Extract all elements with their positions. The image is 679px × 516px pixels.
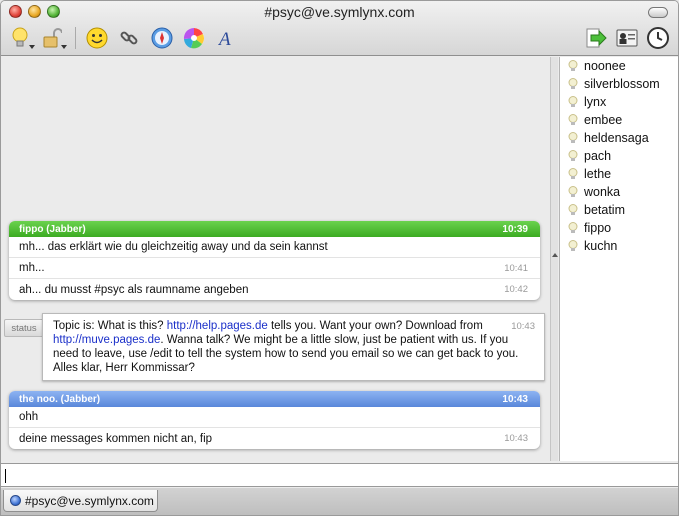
user-name: noonee: [584, 59, 626, 73]
user-list: noonee silverblossom lynx embee heldensa…: [559, 57, 678, 461]
message-header: the noo. (Jabber) 10:43: [9, 391, 540, 407]
insert-link-button[interactable]: [116, 25, 142, 51]
message-line: deine messages kommen nicht an, fip 10:4…: [9, 428, 540, 449]
user-name: wonka: [584, 185, 621, 199]
browser-button[interactable]: [149, 25, 175, 51]
message-time: 10:43: [504, 433, 528, 444]
lock-icon: [43, 28, 62, 48]
user-info-button[interactable]: [614, 25, 640, 51]
tab-label: #psyc@ve.symlynx.com: [25, 493, 154, 508]
message-input[interactable]: [1, 463, 678, 487]
message-group-the-noo: the noo. (Jabber) 10:43 ohh deine messag…: [9, 391, 540, 449]
color-wheel-icon: [183, 27, 204, 49]
room-status-icon: [10, 495, 21, 506]
message-line: ohh: [9, 407, 540, 428]
smiley-icon: [86, 27, 108, 49]
message-line: mh... das erklärt wie du gleichzeitig aw…: [9, 237, 540, 258]
bulb-icon: [568, 222, 578, 233]
safari-compass-icon: [151, 27, 173, 49]
link-icon: [120, 31, 138, 45]
download-link[interactable]: http://muve.pages.de: [53, 334, 160, 346]
bulb-icon: [568, 168, 578, 179]
chat-window: #psyc@ve.symlynx.com A fippo (Jabber) 10…: [0, 0, 679, 516]
user-list-item[interactable]: lethe: [560, 165, 678, 183]
history-button[interactable]: [645, 25, 671, 51]
user-name: betatim: [584, 203, 625, 217]
status-message: 10:43 Topic is: What is this? http://hel…: [42, 313, 545, 381]
toolbar-toggle-button[interactable]: [648, 7, 668, 18]
bulb-icon: [568, 114, 578, 125]
bulb-icon: [568, 186, 578, 197]
bulb-icon: [568, 204, 578, 215]
message-text: mh... das erklärt wie du gleichzeitig aw…: [19, 241, 328, 253]
user-list-item[interactable]: noonee: [560, 57, 678, 75]
pane-splitter[interactable]: [550, 57, 558, 461]
collapse-arrow-icon[interactable]: [552, 253, 558, 257]
message-line: ah... du musst #psyc als raumname angebe…: [9, 279, 540, 300]
status-label: status: [4, 319, 44, 337]
message-time: 10:42: [504, 284, 528, 295]
status-bulb-button[interactable]: [7, 25, 35, 51]
font-icon: A: [217, 29, 231, 49]
status-text: Topic is: What is this?: [53, 320, 167, 332]
user-name: lethe: [584, 167, 612, 181]
bulb-icon: [568, 150, 578, 161]
user-name: heldensaga: [584, 131, 649, 145]
encryption-lock-button[interactable]: [39, 25, 67, 51]
bulb-icon: [568, 96, 578, 107]
bulb-icon: [568, 60, 578, 71]
user-name: fippo: [584, 221, 612, 235]
message-text: ohh: [19, 411, 39, 423]
bulb-icon: [568, 132, 578, 143]
bulb-icon: [12, 27, 28, 47]
clock-icon: [647, 27, 669, 49]
window-title: #psyc@ve.symlynx.com: [264, 4, 415, 20]
smiley-button[interactable]: [84, 25, 110, 51]
enter-arrow-icon: [586, 28, 607, 48]
title-bar: #psyc@ve.symlynx.com A: [1, 1, 678, 56]
sender-name: fippo (Jabber): [19, 223, 86, 235]
user-card-icon: [616, 29, 638, 47]
user-name: silverblossom: [584, 77, 660, 91]
message-text: mh...: [19, 262, 45, 274]
user-list-item[interactable]: lynx: [560, 93, 678, 111]
message-text: ah... du musst #psyc als raumname angebe…: [19, 283, 249, 296]
join-room-button[interactable]: [583, 25, 609, 51]
tab-bar: #psyc@ve.symlynx.com: [1, 488, 678, 515]
toolbar-separator: [75, 27, 76, 49]
user-name: pach: [584, 149, 612, 163]
text-color-button[interactable]: [181, 25, 207, 51]
status-text: tells you. Want your own? Download from: [267, 320, 483, 332]
message-group-fippo: fippo (Jabber) 10:39 mh... das erklärt w…: [9, 221, 540, 300]
user-list-item[interactable]: betatim: [560, 201, 678, 219]
status-time: 10:43: [511, 321, 535, 332]
user-name: kuchn: [584, 239, 618, 253]
user-list-item[interactable]: embee: [560, 111, 678, 129]
bulb-icon: [568, 78, 578, 89]
user-list-item[interactable]: wonka: [560, 183, 678, 201]
bulb-icon: [568, 240, 578, 251]
user-list-item[interactable]: heldensaga: [560, 129, 678, 147]
message-time: 10:43: [502, 393, 528, 405]
tab-psyc-room[interactable]: #psyc@ve.symlynx.com: [3, 490, 158, 512]
svg-text:A: A: [217, 29, 231, 49]
sender-name: the noo. (Jabber): [19, 393, 101, 405]
message-time: 10:41: [504, 262, 528, 274]
user-list-item[interactable]: kuchn: [560, 237, 678, 255]
message-time: 10:39: [502, 223, 528, 235]
user-list-item[interactable]: silverblossom: [560, 75, 678, 93]
help-link[interactable]: http://help.pages.de: [167, 320, 268, 332]
font-button[interactable]: A: [213, 25, 239, 51]
chat-transcript[interactable]: fippo (Jabber) 10:39 mh... das erklärt w…: [1, 57, 550, 461]
user-list-item[interactable]: fippo: [560, 219, 678, 237]
message-line: mh... 10:41: [9, 258, 540, 279]
user-name: lynx: [584, 95, 607, 109]
user-name: embee: [584, 113, 623, 127]
user-list-item[interactable]: pach: [560, 147, 678, 165]
message-text: deine messages kommen nicht an, fip: [19, 432, 213, 445]
message-header: fippo (Jabber) 10:39: [9, 221, 540, 237]
text-caret: [5, 469, 6, 483]
